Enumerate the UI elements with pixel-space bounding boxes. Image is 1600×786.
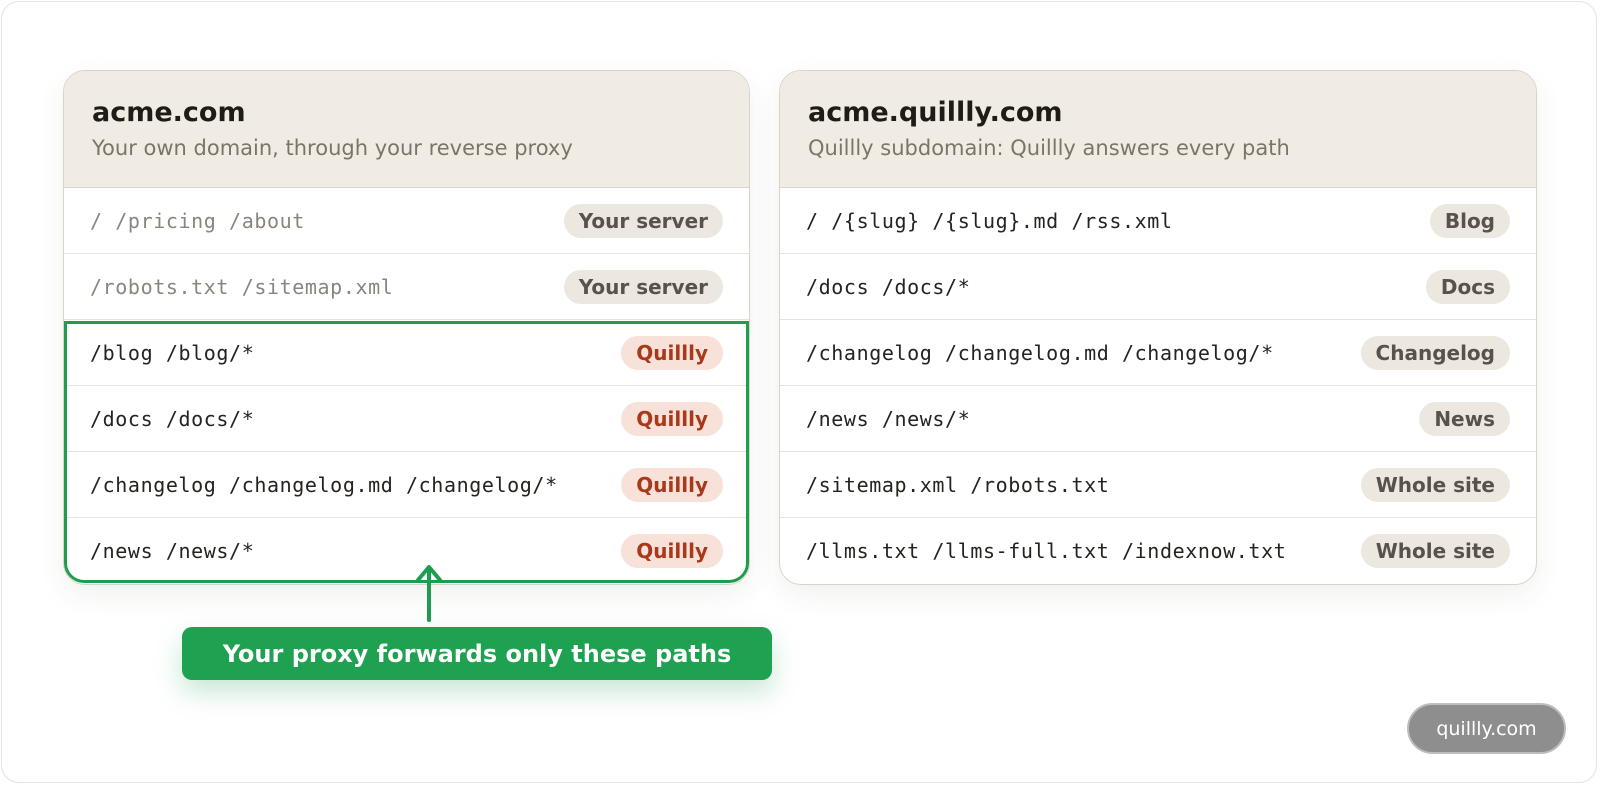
route-badge: Blog [1429, 203, 1510, 238]
route-row: /changelog /changelog.md /changelog/* Qu… [64, 452, 749, 518]
route-row: /news /news/* Quillly [64, 518, 749, 584]
route-path: /news /news/* [90, 539, 255, 563]
route-badge: Your server [563, 269, 723, 304]
route-badge: Quillly [621, 401, 723, 436]
route-path: /changelog /changelog.md /changelog/* [90, 472, 558, 497]
route-badge: News [1419, 401, 1510, 436]
route-row: /docs /docs/* Quillly [64, 386, 749, 452]
route-path: / /{slug} /{slug}.md /rss.xml [806, 208, 1173, 233]
route-path: /docs /docs/* [90, 406, 255, 431]
route-row: /blog /blog/* Quillly [64, 320, 749, 386]
acme-com-panel-header: acme.com Your own domain, through your r… [64, 71, 749, 188]
acme-quillly-panel-header: acme.quillly.com Quillly subdomain: Quil… [780, 71, 1536, 188]
acme-com-subtitle: Your own domain, through your reverse pr… [92, 136, 573, 160]
route-row: /sitemap.xml /robots.txt Whole site [780, 452, 1536, 518]
route-badge: Whole site [1360, 534, 1510, 568]
route-path: /robots.txt /sitemap.xml [90, 274, 394, 299]
route-badge: Quillly [621, 467, 723, 502]
arrow-up-icon [416, 565, 442, 622]
route-row: /news /news/* News [780, 386, 1536, 452]
route-row: / /pricing /about Your server [64, 188, 749, 254]
route-badge: Changelog [1360, 335, 1510, 370]
acme-com-title: acme.com [92, 97, 246, 128]
proxy-callout: Your proxy forwards only these paths [182, 627, 772, 680]
route-badge: Your server [563, 203, 723, 238]
acme-quillly-panel: acme.quillly.com Quillly subdomain: Quil… [779, 70, 1537, 585]
route-row: /changelog /changelog.md /changelog/* Ch… [780, 320, 1536, 386]
route-path: /news /news/* [806, 406, 971, 431]
route-badge: Quillly [621, 335, 723, 370]
route-path: /docs /docs/* [806, 274, 971, 299]
route-path: /llms.txt /llms-full.txt /indexnow.txt [806, 539, 1287, 563]
route-badge: Quillly [621, 534, 723, 568]
acme-quillly-subtitle: Quillly subdomain: Quillly answers every… [808, 136, 1290, 160]
route-path: /sitemap.xml /robots.txt [806, 472, 1110, 497]
acme-quillly-title: acme.quillly.com [808, 97, 1063, 128]
route-path: / /pricing /about [90, 208, 305, 233]
route-path: /blog /blog/* [90, 340, 255, 365]
acme-com-panel: acme.com Your own domain, through your r… [63, 70, 750, 585]
brand-badge: quillly.com [1407, 703, 1566, 754]
route-badge: Docs [1425, 269, 1510, 304]
route-row: /docs /docs/* Docs [780, 254, 1536, 320]
route-row: /robots.txt /sitemap.xml Your server [64, 254, 749, 320]
route-row: /llms.txt /llms-full.txt /indexnow.txt W… [780, 518, 1536, 584]
route-row: / /{slug} /{slug}.md /rss.xml Blog [780, 188, 1536, 254]
route-path: /changelog /changelog.md /changelog/* [806, 340, 1274, 365]
route-badge: Whole site [1360, 467, 1510, 502]
